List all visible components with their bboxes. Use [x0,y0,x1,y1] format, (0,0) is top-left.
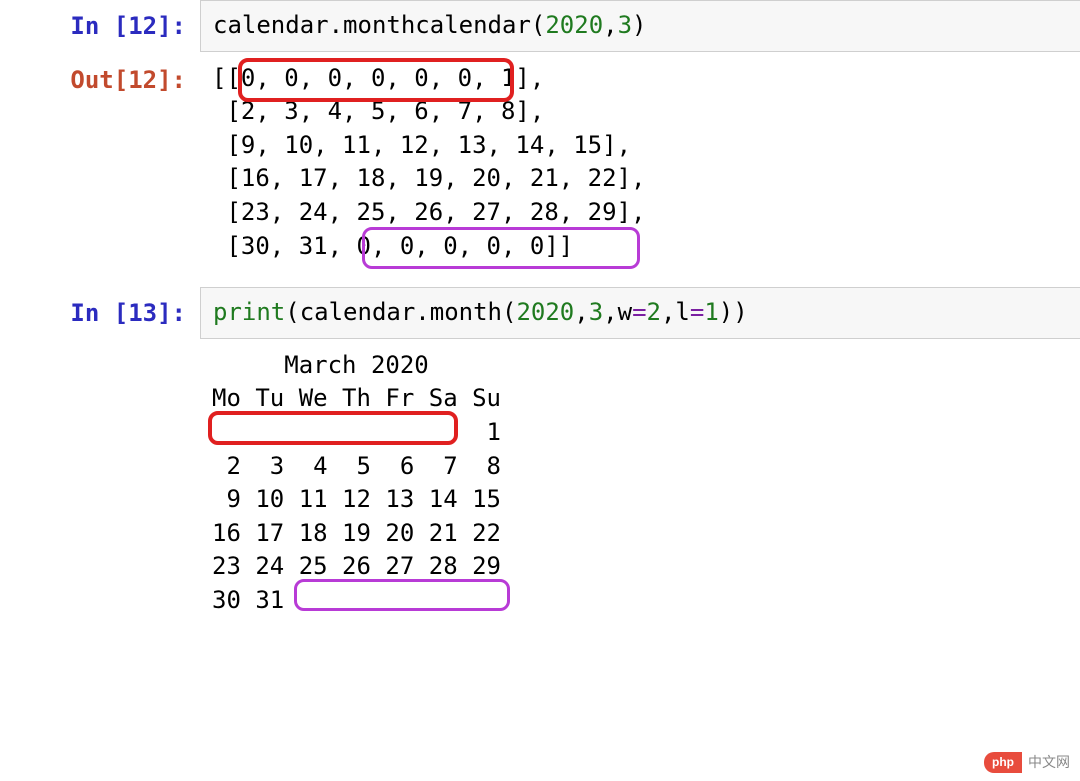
watermark-badge: php [984,752,1022,773]
code-token: , [661,298,675,326]
code-token: calendar [213,11,329,39]
watermark: php 中文网 [984,752,1070,773]
code-cell: In [12]: calendar.monthcalendar(2020,3) [0,0,1080,54]
code-token: l [675,298,689,326]
code-token: )) [719,298,748,326]
code-token: 2020 [545,11,603,39]
output-cell: Out[12]: [[0, 0, 0, 0, 0, 0, 1], [2, 3, … [0,54,1080,288]
code-token: , [603,11,617,39]
output-cell: March 2020 Mo Tu We Th Fr Sa Su 1 2 3 4 … [0,341,1080,642]
code-cell: In [13]: print(calendar.month(2020,3,w=2… [0,287,1080,341]
code-token: ( [531,11,545,39]
code-token: ( [502,298,516,326]
code-input[interactable]: print(calendar.month(2020,3,w=2,l=1)) [200,287,1080,339]
code-output: [[0, 0, 0, 0, 0, 0, 1], [2, 3, 4, 5, 6, … [200,54,1080,288]
annotation-box [208,411,458,445]
input-prompt: In [12]: [0,0,200,54]
code-token: , [574,298,588,326]
code-input[interactable]: calendar.monthcalendar(2020,3) [200,0,1080,52]
code-token: = [632,298,646,326]
watermark-text: 中文网 [1028,753,1070,773]
code-token: , [603,298,617,326]
code-token: ) [632,11,646,39]
code-token: 1 [704,298,718,326]
code-token: . [329,11,343,39]
output-prompt: Out[12]: [0,54,200,108]
input-prompt: In [13]: [0,287,200,341]
output-prompt [0,341,200,361]
annotation-box [294,579,510,611]
code-token: 3 [589,298,603,326]
code-token: 2020 [516,298,574,326]
code-token: print [213,298,285,326]
code-token: monthcalendar [343,11,531,39]
code-token: = [690,298,704,326]
code-token: 3 [618,11,632,39]
code-token: calendar [300,298,416,326]
code-token: month [430,298,502,326]
code-output: March 2020 Mo Tu We Th Fr Sa Su 1 2 3 4 … [200,341,1080,642]
code-token: w [618,298,632,326]
annotation-box [362,227,640,269]
code-token: . [415,298,429,326]
code-token: ( [285,298,299,326]
code-token: 2 [647,298,661,326]
annotation-box [238,58,514,102]
